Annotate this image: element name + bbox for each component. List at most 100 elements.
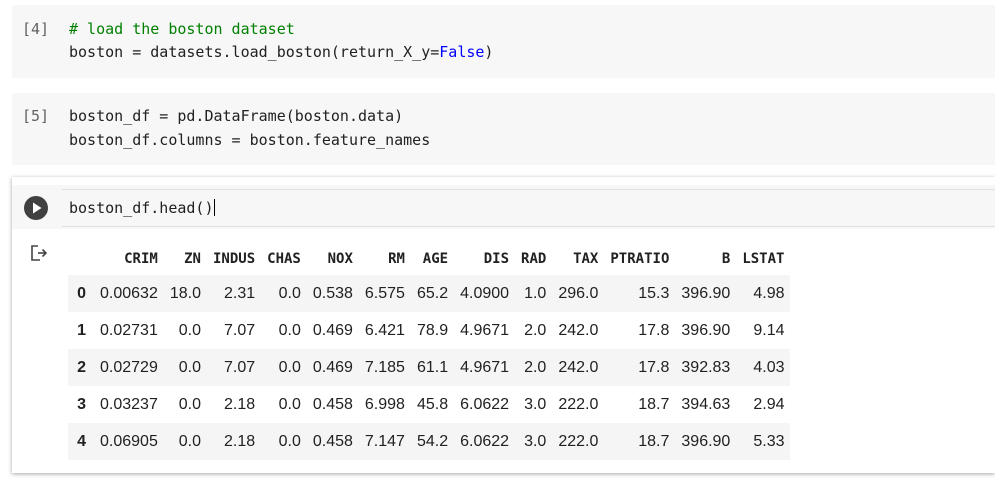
table-cell-crim: 0.06905 bbox=[100, 432, 158, 450]
table-cell-tax: 222.0 bbox=[558, 432, 599, 450]
table-cell-b: 396.90 bbox=[681, 284, 731, 302]
table-cell-crim: 0.03237 bbox=[100, 395, 158, 413]
table-cell-rad: 2.0 bbox=[524, 321, 547, 339]
table-cell-chas: 0.0 bbox=[278, 358, 301, 376]
code-line-comment[interactable]: # load the boston dataset bbox=[69, 20, 295, 38]
table-cell-rm: 7.147 bbox=[364, 432, 405, 450]
active-cell-input[interactable]: boston_df.head() bbox=[12, 185, 995, 229]
table-cell-zn: 0.0 bbox=[178, 321, 201, 339]
dataframe-table: CRIM ZN INDUS CHAS NOX RM AGE DIS RAD TAX PTRATIO B… bbox=[68, 242, 791, 460]
table-cell-chas: 0.0 bbox=[278, 284, 301, 302]
code-line-head[interactable]: boston_df.head() bbox=[69, 199, 215, 217]
table-cell-nox: 0.458 bbox=[312, 432, 353, 450]
table-cell-dis: 4.9671 bbox=[460, 321, 510, 339]
active-code-cell[interactable]: boston_df.head() CRIM ZN INDUS CHAS NOX RM AGE… bbox=[12, 177, 995, 473]
table-cell-age: 78.9 bbox=[416, 321, 449, 339]
code-cell-5[interactable]: [5] boston_df = pd.DataFrame(boston.data… bbox=[12, 93, 995, 165]
table-cell-rad: 2.0 bbox=[524, 358, 547, 376]
table-cell-zn: 18.0 bbox=[169, 284, 201, 302]
table-row: 3 0.03237 0.0 2.18 0.0 0.458 6.998 45.8 6.0622 3.… bbox=[68, 386, 791, 423]
table-cell-nox: 0.469 bbox=[312, 358, 353, 376]
table-cell-rad: 3.0 bbox=[524, 395, 547, 413]
row-index: 3 bbox=[77, 395, 86, 413]
table-cell-indus: 2.31 bbox=[224, 284, 256, 302]
code-line-dataframe[interactable]: boston_df = pd.DataFrame(boston.data) bbox=[69, 107, 403, 125]
table-cell-b: 394.63 bbox=[681, 395, 731, 413]
table-cell-b: 396.90 bbox=[681, 321, 731, 339]
table-cell-dis: 6.0622 bbox=[460, 432, 510, 450]
table-cell-tax: 242.0 bbox=[558, 358, 599, 376]
code-text: ) bbox=[484, 43, 494, 61]
table-cell-age: 54.2 bbox=[416, 432, 449, 450]
table-cell-chas: 0.0 bbox=[278, 395, 301, 413]
run-cell-button[interactable] bbox=[24, 196, 48, 220]
column-header-rad: RAD bbox=[515, 242, 553, 275]
table-cell-zn: 0.0 bbox=[178, 358, 201, 376]
table-cell-indus: 7.07 bbox=[224, 321, 256, 339]
table-cell-dis: 4.9671 bbox=[460, 358, 510, 376]
column-header-zn: ZN bbox=[163, 242, 207, 275]
table-cell-indus: 2.18 bbox=[224, 432, 256, 450]
column-header-crim: CRIM bbox=[94, 242, 164, 275]
play-icon bbox=[33, 202, 42, 214]
code-line-load-boston[interactable]: boston = datasets.load_boston(return_X_y… bbox=[69, 43, 493, 61]
code-text: boston = datasets.load_boston(return_X_y… bbox=[69, 43, 440, 61]
table-row: 0 0.00632 18.0 2.31 0.0 0.538 6.575 65.2 4.0900 1… bbox=[68, 275, 791, 312]
code-cell-4[interactable]: [4] # load the boston dataset boston = d… bbox=[12, 5, 995, 78]
table-cell-ptratio: 18.7 bbox=[638, 395, 670, 413]
table-cell-lstat: 5.33 bbox=[753, 432, 785, 450]
row-index: 0 bbox=[77, 284, 86, 302]
code-text: boston_df.head() bbox=[69, 199, 214, 217]
table-cell-lstat: 4.03 bbox=[753, 358, 785, 376]
table-body: 0 0.00632 18.0 2.31 0.0 0.538 6.575 65.2 4.0900 1… bbox=[68, 275, 791, 460]
table-cell-ptratio: 17.8 bbox=[638, 321, 670, 339]
text-cursor bbox=[213, 199, 215, 216]
cell-prompt: [4] bbox=[22, 20, 50, 38]
row-index: 4 bbox=[77, 432, 86, 450]
table-cell-nox: 0.469 bbox=[312, 321, 353, 339]
table-cell-chas: 0.0 bbox=[278, 432, 301, 450]
table-cell-rm: 6.998 bbox=[364, 395, 405, 413]
table-row: 4 0.06905 0.0 2.18 0.0 0.458 7.147 54.2 6.0622 3.… bbox=[68, 423, 791, 460]
column-header-ptratio: PTRATIO bbox=[604, 242, 676, 275]
table-cell-lstat: 4.98 bbox=[753, 284, 785, 302]
table-cell-ptratio: 15.3 bbox=[638, 284, 670, 302]
table-cell-dis: 6.0622 bbox=[460, 395, 510, 413]
row-index: 1 bbox=[77, 321, 86, 339]
code-editor[interactable]: boston_df.head() bbox=[62, 189, 995, 227]
table-cell-zn: 0.0 bbox=[178, 395, 201, 413]
table-cell-rm: 6.575 bbox=[364, 284, 405, 302]
table-cell-lstat: 2.94 bbox=[753, 395, 785, 413]
table-cell-crim: 0.00632 bbox=[100, 284, 158, 302]
table-cell-rm: 6.421 bbox=[364, 321, 405, 339]
table-header-row: CRIM ZN INDUS CHAS NOX RM AGE DIS RAD TAX PTRATIO B… bbox=[68, 242, 791, 275]
row-index: 2 bbox=[77, 358, 86, 376]
table-cell-crim: 0.02729 bbox=[100, 358, 158, 376]
code-line-columns[interactable]: boston_df.columns = boston.feature_names bbox=[69, 131, 430, 149]
column-header-indus: INDUS bbox=[206, 242, 262, 275]
table-cell-rm: 7.185 bbox=[364, 358, 405, 376]
table-cell-dis: 4.0900 bbox=[460, 284, 510, 302]
output-arrow-icon[interactable] bbox=[29, 243, 49, 263]
table-cell-rad: 1.0 bbox=[524, 284, 547, 302]
table-cell-ptratio: 18.7 bbox=[638, 432, 670, 450]
table-cell-nox: 0.458 bbox=[312, 395, 353, 413]
table-cell-crim: 0.02731 bbox=[100, 321, 158, 339]
table-cell-nox: 0.538 bbox=[312, 284, 353, 302]
table-cell-age: 61.1 bbox=[416, 358, 449, 376]
table-cell-rad: 3.0 bbox=[524, 432, 547, 450]
column-header-nox: NOX bbox=[306, 242, 359, 275]
table-cell-tax: 242.0 bbox=[558, 321, 599, 339]
index-header bbox=[68, 242, 94, 275]
table-cell-age: 45.8 bbox=[416, 395, 449, 413]
code-comment: # load the boston dataset bbox=[69, 20, 295, 38]
table-cell-tax: 296.0 bbox=[558, 284, 599, 302]
table-cell-indus: 2.18 bbox=[224, 395, 256, 413]
column-header-chas: CHAS bbox=[261, 242, 307, 275]
table-cell-indus: 7.07 bbox=[224, 358, 256, 376]
table-cell-tax: 222.0 bbox=[558, 395, 599, 413]
table-cell-chas: 0.0 bbox=[278, 321, 301, 339]
table-cell-ptratio: 17.8 bbox=[638, 358, 670, 376]
column-header-b: B bbox=[675, 242, 737, 275]
cell-prompt: [5] bbox=[22, 107, 50, 125]
